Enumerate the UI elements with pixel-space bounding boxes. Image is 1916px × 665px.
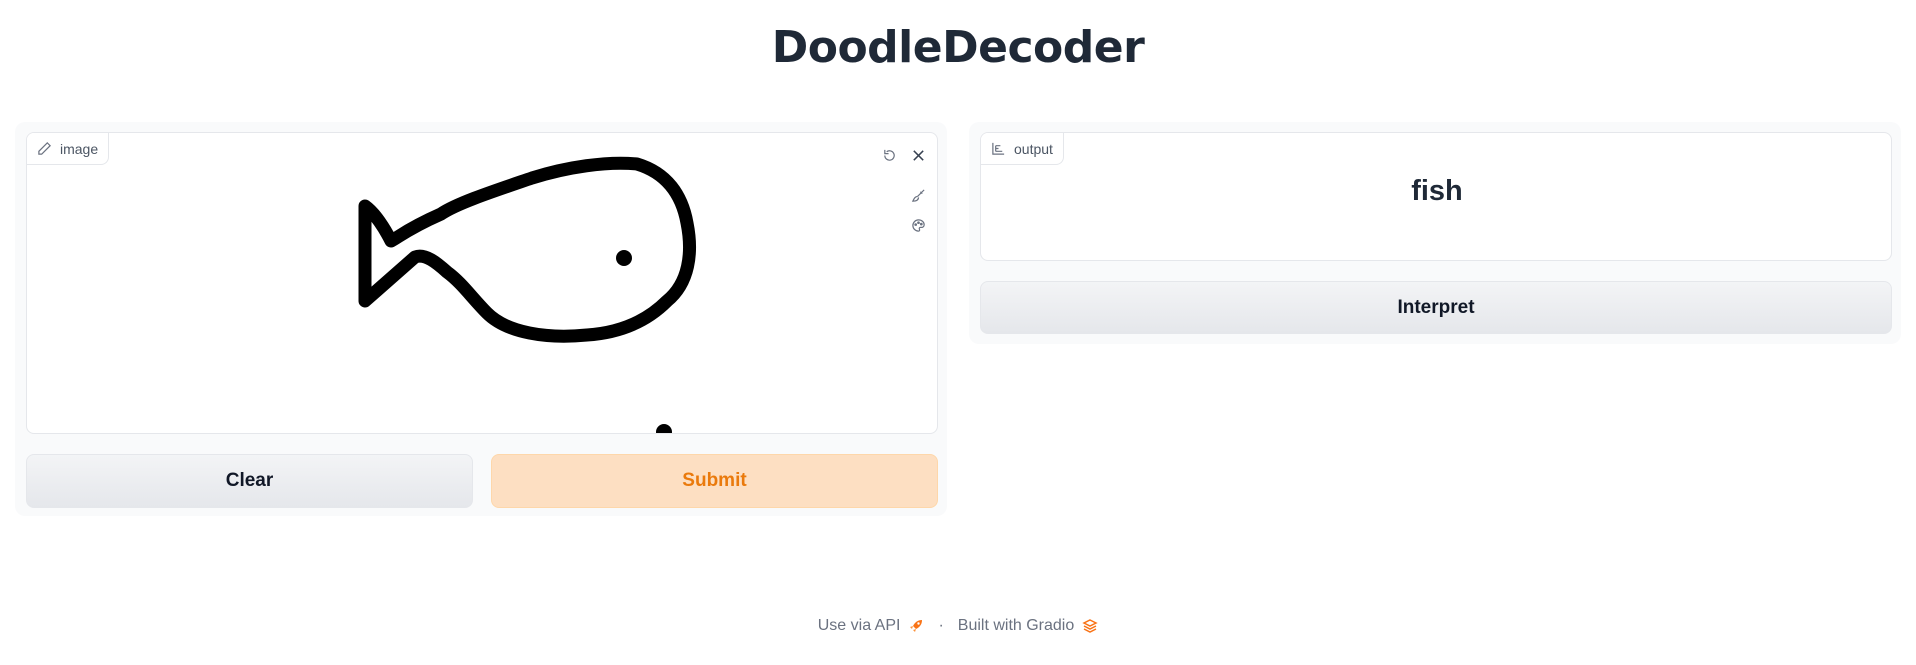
bar-chart-icon: [992, 142, 1005, 155]
output-label-text: output: [1014, 140, 1053, 157]
undo-button[interactable]: [877, 143, 901, 167]
rocket-icon: [910, 620, 923, 632]
interpret-button[interactable]: Interpret: [980, 281, 1892, 334]
use-via-api-link[interactable]: Use via API: [818, 617, 925, 635]
clear-button[interactable]: Clear: [26, 454, 473, 508]
use-via-api-text: Use via API: [817, 617, 901, 634]
submit-button[interactable]: Submit: [491, 454, 938, 508]
close-icon: [912, 149, 924, 161]
output-label: output: [981, 133, 1064, 165]
brush-button[interactable]: [906, 183, 930, 207]
drawing-canvas[interactable]: [27, 133, 938, 434]
page-title: DoodleDecoder: [771, 22, 1145, 73]
predicted-label: fish: [1411, 175, 1463, 207]
output-label-block: output fish: [980, 132, 1892, 261]
footer-separator: ·: [938, 617, 944, 634]
input-panel: image Clear Submit: [15, 122, 947, 516]
palette-button[interactable]: [906, 213, 930, 237]
fish-eye: [616, 250, 632, 266]
gradio-logo-icon: [1082, 619, 1098, 633]
stray-dot: [656, 424, 672, 433]
built-with-gradio-text: Built with Gradio: [957, 617, 1075, 634]
output-panel: output fish Interpret: [969, 122, 1901, 344]
sketchpad[interactable]: image: [26, 132, 938, 434]
footer: Use via API · Built with Gradio: [0, 617, 1916, 635]
undo-icon: [883, 149, 895, 161]
image-label: image: [27, 133, 110, 165]
pencil-icon: [38, 142, 51, 155]
image-label-text: image: [60, 140, 99, 157]
brush-icon: [911, 188, 925, 202]
palette-icon: [911, 218, 925, 232]
built-with-gradio-link[interactable]: Built with Gradio: [958, 617, 1099, 635]
close-button[interactable]: [906, 143, 930, 167]
